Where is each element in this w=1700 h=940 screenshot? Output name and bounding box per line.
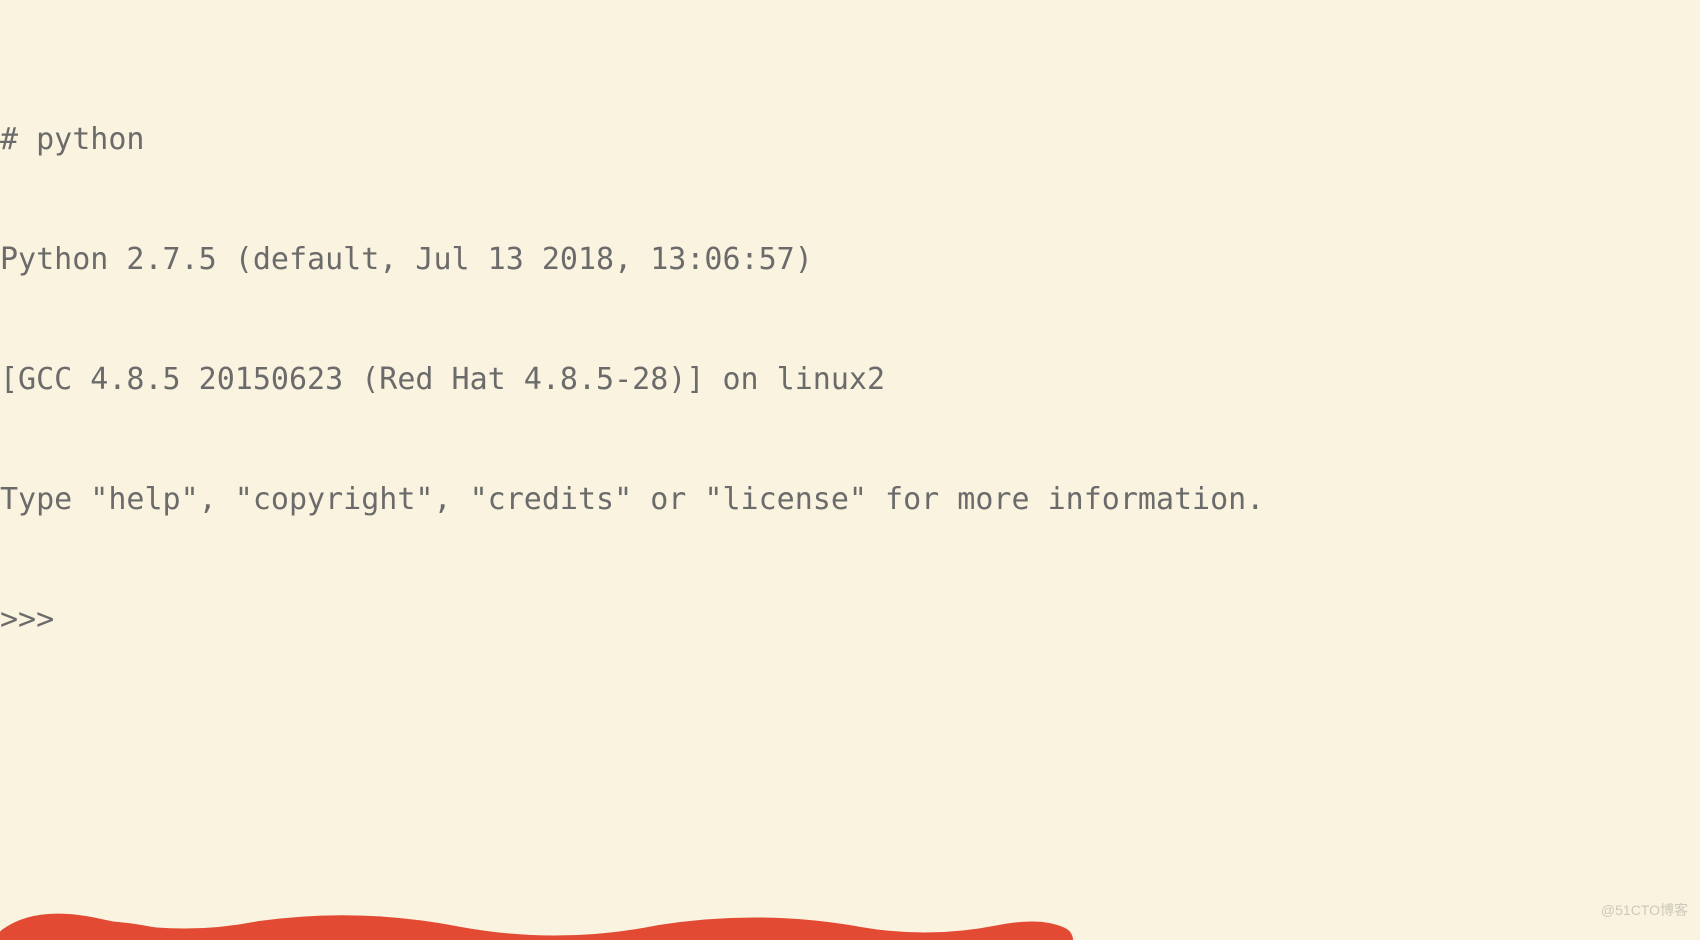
redaction-mark — [0, 910, 1100, 940]
prompt-row: :/tmp — [0, 920, 1700, 940]
python-version-line: Python 2.7.5 (default, Jul 13 2018, 13:0… — [0, 240, 1700, 280]
blank-line — [0, 720, 1700, 760]
python-gcc-line: [GCC 4.8.5 20150623 (Red Hat 4.8.5-28)] … — [0, 360, 1700, 400]
shell-command: # python — [0, 120, 1700, 160]
watermark: @51CTO博客 — [1601, 890, 1688, 930]
python-help-line: Type "help", "copyright", "credits" or "… — [0, 480, 1700, 520]
python-prompt[interactable]: >>> — [0, 600, 1700, 640]
terminal-output: # python Python 2.7.5 (default, Jul 13 2… — [0, 0, 1700, 940]
